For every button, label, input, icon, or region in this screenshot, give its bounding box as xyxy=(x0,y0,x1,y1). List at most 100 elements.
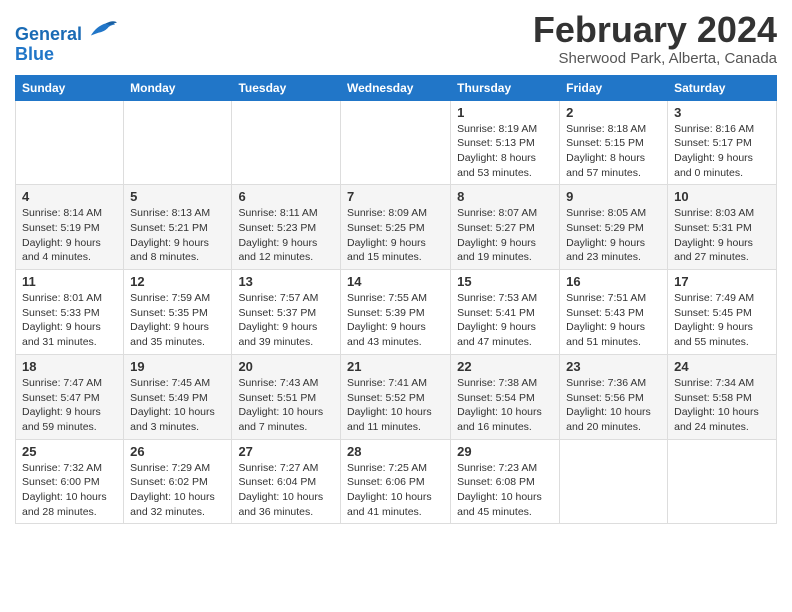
calendar-cell: 9Sunrise: 8:05 AM Sunset: 5:29 PM Daylig… xyxy=(560,185,668,270)
day-info: Sunrise: 7:47 AM Sunset: 5:47 PM Dayligh… xyxy=(22,376,117,435)
calendar-cell: 20 Sunrise: 7:43 AM Sunset: 5:51 PM Dayli… xyxy=(232,354,341,439)
day-number: 7 xyxy=(347,189,444,204)
day-number: 22 xyxy=(457,359,553,374)
calendar-table: SundayMondayTuesdayWednesdayThursdayFrid… xyxy=(15,75,777,525)
calendar-title: February 2024 xyxy=(533,10,777,50)
day-info: Sunrise: 7:32 AM Sunset: 6:00 PM Dayligh… xyxy=(22,461,117,520)
calendar-cell: 16Sunrise: 7:51 AM Sunset: 5:43 PM Dayli… xyxy=(560,270,668,355)
day-info: Sunrise: 7:25 AM Sunset: 6:06 PM Dayligh… xyxy=(347,461,444,520)
day-header-sunday: Sunday xyxy=(16,75,124,100)
day-header-friday: Friday xyxy=(560,75,668,100)
day-info: Sunrise: 7:59 AM Sunset: 5:35 PM Dayligh… xyxy=(130,291,225,350)
day-number: 19 xyxy=(130,359,225,374)
day-info: Sunrise: 7:43 AM Sunset: 5:51 PM Dayligh… xyxy=(238,376,334,435)
day-header-saturday: Saturday xyxy=(668,75,777,100)
day-info: Sunrise: 7:41 AM Sunset: 5:52 PM Dayligh… xyxy=(347,376,444,435)
page-header: General Blue February 2024 Sherwood Park… xyxy=(15,10,777,67)
calendar-header-row: SundayMondayTuesdayWednesdayThursdayFrid… xyxy=(16,75,777,100)
day-number: 29 xyxy=(457,444,553,459)
day-number: 17 xyxy=(674,274,770,289)
day-number: 13 xyxy=(238,274,334,289)
logo-text: General xyxy=(15,18,117,45)
calendar-cell: 8 Sunrise: 8:07 AM Sunset: 5:27 PM Daylig… xyxy=(451,185,560,270)
calendar-week-1: 1 Sunrise: 8:19 AM Sunset: 5:13 PM Daylig… xyxy=(16,100,777,185)
calendar-cell: 1 Sunrise: 8:19 AM Sunset: 5:13 PM Daylig… xyxy=(451,100,560,185)
day-number: 20 xyxy=(238,359,334,374)
calendar-cell: 7 Sunrise: 8:09 AM Sunset: 5:25 PM Daylig… xyxy=(340,185,450,270)
day-info: Sunrise: 8:09 AM Sunset: 5:25 PM Dayligh… xyxy=(347,206,444,265)
calendar-cell: 5 Sunrise: 8:13 AM Sunset: 5:21 PM Daylig… xyxy=(124,185,232,270)
calendar-cell: 4 Sunrise: 8:14 AM Sunset: 5:19 PM Daylig… xyxy=(16,185,124,270)
logo-bird-icon xyxy=(89,18,117,40)
day-number: 14 xyxy=(347,274,444,289)
day-info: Sunrise: 8:11 AM Sunset: 5:23 PM Dayligh… xyxy=(238,206,334,265)
day-number: 24 xyxy=(674,359,770,374)
calendar-week-4: 18Sunrise: 7:47 AM Sunset: 5:47 PM Dayli… xyxy=(16,354,777,439)
day-number: 15 xyxy=(457,274,553,289)
day-number: 2 xyxy=(566,105,661,120)
calendar-cell: 18Sunrise: 7:47 AM Sunset: 5:47 PM Dayli… xyxy=(16,354,124,439)
calendar-cell: 10 Sunrise: 8:03 AM Sunset: 5:31 PM Dayli… xyxy=(668,185,777,270)
day-number: 25 xyxy=(22,444,117,459)
logo: General Blue xyxy=(15,18,117,65)
day-number: 3 xyxy=(674,105,770,120)
day-number: 9 xyxy=(566,189,661,204)
calendar-cell: 25 Sunrise: 7:32 AM Sunset: 6:00 PM Dayli… xyxy=(16,439,124,524)
day-number: 4 xyxy=(22,189,117,204)
calendar-cell xyxy=(232,100,341,185)
day-header-tuesday: Tuesday xyxy=(232,75,341,100)
day-number: 10 xyxy=(674,189,770,204)
calendar-subtitle: Sherwood Park, Alberta, Canada xyxy=(533,50,777,67)
day-info: Sunrise: 7:49 AM Sunset: 5:45 PM Dayligh… xyxy=(674,291,770,350)
day-info: Sunrise: 7:57 AM Sunset: 5:37 PM Dayligh… xyxy=(238,291,334,350)
day-info: Sunrise: 8:19 AM Sunset: 5:13 PM Dayligh… xyxy=(457,122,553,181)
calendar-cell: 23 Sunrise: 7:36 AM Sunset: 5:56 PM Dayli… xyxy=(560,354,668,439)
day-number: 1 xyxy=(457,105,553,120)
day-number: 26 xyxy=(130,444,225,459)
day-info: Sunrise: 8:18 AM Sunset: 5:15 PM Dayligh… xyxy=(566,122,661,181)
day-header-thursday: Thursday xyxy=(451,75,560,100)
calendar-cell: 19 Sunrise: 7:45 AM Sunset: 5:49 PM Dayli… xyxy=(124,354,232,439)
calendar-cell: 14Sunrise: 7:55 AM Sunset: 5:39 PM Dayli… xyxy=(340,270,450,355)
day-number: 21 xyxy=(347,359,444,374)
day-number: 28 xyxy=(347,444,444,459)
day-info: Sunrise: 8:07 AM Sunset: 5:27 PM Dayligh… xyxy=(457,206,553,265)
day-info: Sunrise: 7:29 AM Sunset: 6:02 PM Dayligh… xyxy=(130,461,225,520)
day-info: Sunrise: 7:38 AM Sunset: 5:54 PM Dayligh… xyxy=(457,376,553,435)
day-info: Sunrise: 8:16 AM Sunset: 5:17 PM Dayligh… xyxy=(674,122,770,181)
calendar-cell xyxy=(340,100,450,185)
day-number: 12 xyxy=(130,274,225,289)
day-number: 5 xyxy=(130,189,225,204)
day-number: 27 xyxy=(238,444,334,459)
day-info: Sunrise: 8:14 AM Sunset: 5:19 PM Dayligh… xyxy=(22,206,117,265)
calendar-cell: 21 Sunrise: 7:41 AM Sunset: 5:52 PM Dayli… xyxy=(340,354,450,439)
logo-text-blue: Blue xyxy=(15,45,117,65)
calendar-cell: 27 Sunrise: 7:27 AM Sunset: 6:04 PM Dayli… xyxy=(232,439,341,524)
day-number: 11 xyxy=(22,274,117,289)
day-number: 8 xyxy=(457,189,553,204)
calendar-cell: 2 Sunrise: 8:18 AM Sunset: 5:15 PM Daylig… xyxy=(560,100,668,185)
day-header-monday: Monday xyxy=(124,75,232,100)
day-info: Sunrise: 7:45 AM Sunset: 5:49 PM Dayligh… xyxy=(130,376,225,435)
day-header-wednesday: Wednesday xyxy=(340,75,450,100)
day-info: Sunrise: 7:34 AM Sunset: 5:58 PM Dayligh… xyxy=(674,376,770,435)
calendar-cell xyxy=(124,100,232,185)
day-number: 16 xyxy=(566,274,661,289)
calendar-cell: 26 Sunrise: 7:29 AM Sunset: 6:02 PM Dayli… xyxy=(124,439,232,524)
day-info: Sunrise: 8:03 AM Sunset: 5:31 PM Dayligh… xyxy=(674,206,770,265)
calendar-cell: 28 Sunrise: 7:25 AM Sunset: 6:06 PM Dayli… xyxy=(340,439,450,524)
day-info: Sunrise: 7:36 AM Sunset: 5:56 PM Dayligh… xyxy=(566,376,661,435)
title-block: February 2024 Sherwood Park, Alberta, Ca… xyxy=(533,10,777,67)
calendar-cell: 13 Sunrise: 7:57 AM Sunset: 5:37 PM Dayli… xyxy=(232,270,341,355)
calendar-cell xyxy=(668,439,777,524)
calendar-cell: 11Sunrise: 8:01 AM Sunset: 5:33 PM Dayli… xyxy=(16,270,124,355)
calendar-cell: 17 Sunrise: 7:49 AM Sunset: 5:45 PM Dayli… xyxy=(668,270,777,355)
calendar-cell xyxy=(16,100,124,185)
day-info: Sunrise: 7:23 AM Sunset: 6:08 PM Dayligh… xyxy=(457,461,553,520)
day-number: 6 xyxy=(238,189,334,204)
day-number: 23 xyxy=(566,359,661,374)
calendar-week-3: 11Sunrise: 8:01 AM Sunset: 5:33 PM Dayli… xyxy=(16,270,777,355)
day-info: Sunrise: 8:13 AM Sunset: 5:21 PM Dayligh… xyxy=(130,206,225,265)
day-info: Sunrise: 7:27 AM Sunset: 6:04 PM Dayligh… xyxy=(238,461,334,520)
calendar-cell: 24 Sunrise: 7:34 AM Sunset: 5:58 PM Dayli… xyxy=(668,354,777,439)
